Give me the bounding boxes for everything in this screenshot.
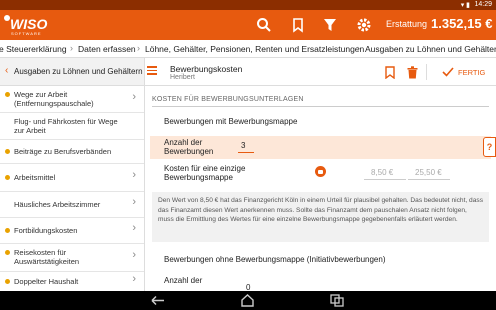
with-folder-heading: Bewerbungen mit Bewerbungsmappe	[164, 117, 298, 126]
count-input-underline	[238, 152, 254, 153]
android-nav-bar	[0, 291, 496, 310]
sidebar-item-fortbildung[interactable]: Fortbildungskosten ›	[0, 218, 144, 244]
sidebar-item-arbeitszimmer[interactable]: Häusliches Arbeitszimmer ›	[0, 192, 144, 218]
refund-label: Erstattung	[386, 19, 428, 29]
lock-icon[interactable]	[315, 166, 326, 177]
breadcrumb-chevron-icon: ›	[70, 43, 73, 53]
status-dot	[5, 250, 10, 255]
section-divider	[152, 106, 489, 107]
count2-input[interactable]: 0	[246, 283, 250, 291]
chevron-left-icon[interactable]: ‹	[5, 65, 8, 76]
page-title: Bewerbungskosten	[170, 64, 243, 74]
sidebar-item-arbeitsmittel[interactable]: Arbeitsmittel ›	[0, 164, 144, 192]
logo-text: WISO	[10, 16, 48, 32]
sidebar-item-wege-zur-arbeit[interactable]: Wege zur Arbeit (Entfernungspauschale) ›	[0, 86, 144, 113]
sidebar: ‹ Ausgaben zu Löhnen und Gehältern Wege …	[0, 58, 145, 291]
wiso-logo: WISO SOFTWARE	[4, 15, 48, 37]
sidebar-item-label: Arbeitsmittel	[14, 173, 56, 182]
status-dot	[5, 92, 10, 97]
gear-icon[interactable]	[356, 17, 372, 33]
sidebar-header[interactable]: ‹ Ausgaben zu Löhnen und Gehältern	[0, 58, 144, 86]
check-icon[interactable]	[442, 67, 454, 77]
chevron-right-icon: ›	[132, 91, 136, 103]
cost-total-value: 25,50 €	[415, 168, 442, 177]
content-header: Bewerbungskosten Heribert FERTIG	[145, 58, 496, 86]
count2-label: Anzahl der	[164, 276, 203, 285]
status-dot	[5, 228, 10, 233]
done-button[interactable]: FERTIG	[458, 68, 485, 77]
back-icon[interactable]	[150, 294, 166, 307]
sidebar-item-doppelter-haushalt[interactable]: Doppelter Haushalt ›	[0, 272, 144, 291]
chevron-right-icon: ›	[132, 196, 136, 208]
form-area: KOSTEN FÜR BEWERBUNGSUNTERLAGEN Bewerbun…	[145, 86, 496, 291]
breadcrumb: e Steuererklärung › Daten erfassen › Löh…	[0, 40, 496, 58]
home-icon[interactable]	[240, 293, 255, 308]
logo-subtext: SOFTWARE	[11, 31, 42, 36]
breadcrumb-item[interactable]: Daten erfassen	[78, 44, 136, 54]
cost-per-folder-value: 8,50 €	[371, 168, 394, 177]
sidebar-item-label: Doppelter Haushalt	[14, 277, 79, 286]
sidebar-item-label: Reisekosten für Auswärtstätigkeiten	[14, 248, 80, 266]
bookmark-icon[interactable]	[290, 17, 306, 33]
sidebar-item-label: Fortbildungskosten	[14, 226, 78, 235]
status-dot	[5, 279, 10, 284]
bookmark-icon[interactable]	[384, 66, 396, 79]
app-bar: WISO SOFTWARE Erstattung 1.352,15 €	[0, 10, 496, 40]
breadcrumb-chevron-icon: ›	[137, 43, 140, 53]
menu-icon[interactable]	[147, 66, 157, 77]
breadcrumb-chevron-icon: ›	[357, 43, 360, 53]
trash-icon[interactable]	[407, 66, 418, 79]
sidebar-item-flugkosten[interactable]: Flug- und Fährkosten für Wege zur Arbeit	[0, 113, 144, 140]
value-underline	[364, 179, 406, 180]
sidebar-item-label: Wege zur Arbeit (Entfernungspauschale)	[14, 90, 94, 108]
wifi-battery-icons: ▾ ▮	[460, 2, 470, 9]
breadcrumb-item[interactable]: Löhne, Gehälter, Pensionen, Renten und E…	[145, 44, 364, 54]
page-subtitle: Heribert	[170, 74, 195, 81]
sidebar-item-label: Flug- und Fährkosten für Wege zur Arbeit	[14, 117, 118, 135]
filter-icon[interactable]	[322, 17, 338, 33]
recents-icon[interactable]	[330, 294, 344, 307]
section-title: KOSTEN FÜR BEWERBUNGSUNTERLAGEN	[152, 96, 304, 103]
status-dot	[5, 149, 10, 154]
refund-value: 1.352,15 €	[431, 16, 493, 31]
info-note: Den Wert von 8,50 € hat das Finanzgerich…	[152, 192, 489, 242]
sidebar-item-reisekosten[interactable]: Reisekosten für Auswärtstätigkeiten ›	[0, 244, 144, 272]
breadcrumb-item[interactable]: Ausgaben zu Löhnen und Gehältern	[365, 44, 496, 54]
sidebar-item-label: Häusliches Arbeitszimmer	[14, 200, 101, 209]
chevron-right-icon: ›	[132, 222, 136, 234]
status-bar: ▾ ▮ 14:29	[0, 0, 496, 10]
sidebar-item-label: Beiträge zu Berufsverbänden	[14, 147, 112, 156]
sidebar-item-berufsverbaende[interactable]: Beiträge zu Berufsverbänden	[0, 140, 144, 164]
sidebar-title: Ausgaben zu Löhnen und Gehältern	[14, 67, 143, 76]
chevron-right-icon: ›	[132, 169, 136, 181]
without-folder-heading: Bewerbungen ohne Bewerbungsmappe (Initia…	[164, 255, 386, 264]
cost-label-2: Bewerbungsmappe	[164, 173, 233, 182]
count-label-2: Bewerbungen	[164, 147, 214, 156]
help-button[interactable]: ?	[483, 137, 496, 157]
search-icon[interactable]	[256, 17, 272, 33]
breadcrumb-item[interactable]: e Steuererklärung	[0, 44, 67, 54]
status-dot	[5, 175, 10, 180]
count-input[interactable]: 3	[241, 141, 253, 150]
clock: 14:29	[474, 1, 492, 8]
chevron-right-icon: ›	[132, 273, 136, 285]
header-divider	[426, 64, 427, 80]
chevron-right-icon: ›	[132, 249, 136, 261]
value-underline	[408, 179, 450, 180]
